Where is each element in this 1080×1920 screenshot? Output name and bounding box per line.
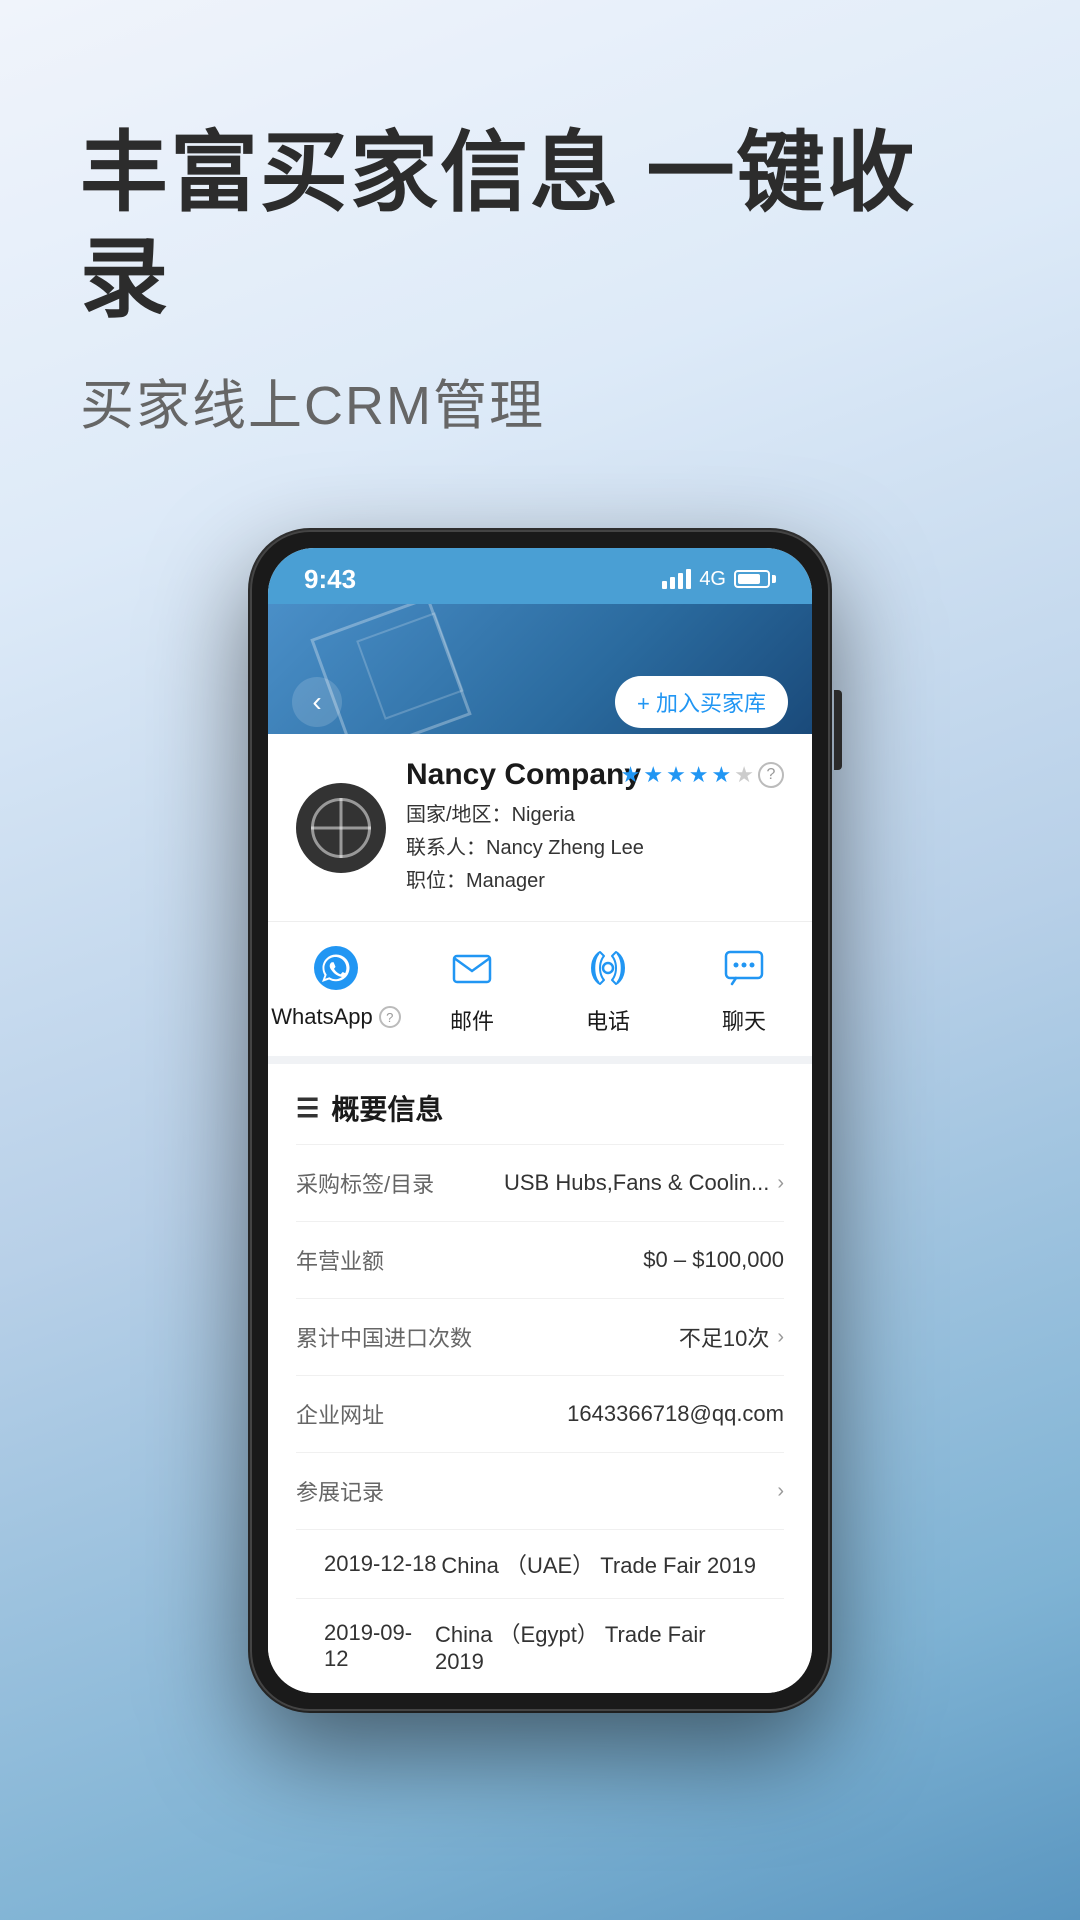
trade-date-2: 2019-09-12 (324, 1620, 435, 1672)
star-2: ★ (643, 762, 663, 788)
website-value: 1643366718@qq.com (567, 1401, 784, 1427)
revenue-value: $0 – $100,000 (643, 1247, 784, 1273)
phone-call-button[interactable]: 电话 (540, 942, 676, 1036)
trade-fair-row-1: 2019-12-18 China （UAE） Trade Fair 2019 (296, 1529, 784, 1598)
whatsapp-label: WhatsApp (271, 1004, 373, 1030)
trade-fair-row-2: 2019-09-12 China （Egypt） Trade Fair 2019 (296, 1598, 784, 1693)
avatar-cross-icon (311, 798, 371, 858)
main-title: 丰富买家信息 一键收录 (80, 120, 1000, 331)
arrow-icon-3: › (777, 1480, 784, 1503)
star-1: ★ (621, 762, 641, 788)
back-arrow-icon: ‹ (312, 686, 321, 718)
star-5: ★ (712, 762, 732, 788)
header-section: 丰富买家信息 一键收录 买家线上CRM管理 (0, 0, 1080, 490)
company-card: Nancy Company 国家/地区：Nigeria 联系人：Nancy Zh… (268, 734, 812, 922)
arrow-icon-2: › (777, 1326, 784, 1349)
info-row-revenue: 年营业额 $0 – $100,000 (296, 1221, 784, 1298)
import-count-label: 累计中国进口次数 (296, 1321, 472, 1353)
network-label: 4G (699, 568, 726, 591)
trade-event-1: China （UAE） Trade Fair 2019 (441, 1548, 756, 1580)
phone-label: 电话 (586, 1004, 630, 1036)
website-label: 企业网址 (296, 1398, 384, 1430)
whatsapp-button[interactable]: WhatsApp ? (268, 942, 404, 1036)
arrow-icon: › (777, 1172, 784, 1195)
section-title: ☰ 概要信息 (296, 1088, 784, 1128)
chat-icon (718, 942, 770, 994)
email-label: 邮件 (450, 1004, 494, 1036)
import-count-value: 不足10次 › (679, 1321, 784, 1353)
chat-label: 聊天 (722, 1004, 766, 1036)
phone-icon (582, 942, 634, 994)
company-position: 职位：Manager (406, 864, 784, 893)
stars-filled: ★ ★ ★ ★ ★ ★ (621, 762, 754, 788)
phone-nav: ‹ + 加入买家库 (268, 660, 812, 734)
back-button[interactable]: ‹ (292, 677, 342, 727)
whatsapp-help-icon[interactable]: ? (379, 1006, 401, 1028)
hero-image: ‹ + 加入买家库 (268, 604, 812, 734)
email-button[interactable]: 邮件 (404, 942, 540, 1036)
list-icon: ☰ (296, 1093, 319, 1124)
sub-title: 买家线上CRM管理 (80, 361, 1000, 440)
star-3: ★ (666, 762, 686, 788)
revenue-label: 年营业额 (296, 1244, 384, 1276)
star-4: ★ (689, 762, 709, 788)
info-row-import-count[interactable]: 累计中国进口次数 不足10次 › (296, 1298, 784, 1375)
chat-button[interactable]: 聊天 (676, 942, 812, 1036)
phone-screen: 9:43 4G (268, 548, 812, 1693)
star-6-empty: ★ (734, 762, 754, 788)
battery-icon (734, 570, 776, 588)
info-row-purchase-tags[interactable]: 采购标签/目录 USB Hubs,Fans & Coolin... › (296, 1144, 784, 1221)
rating-help-icon[interactable]: ? (758, 762, 784, 788)
status-icons: 4G (662, 568, 776, 591)
info-row-website: 企业网址 1643366718@qq.com (296, 1375, 784, 1452)
status-bar: 9:43 4G (268, 548, 812, 604)
summary-title: 概要信息 (331, 1088, 443, 1128)
add-buyer-button[interactable]: + 加入买家库 (615, 676, 788, 728)
action-buttons-row: WhatsApp ? 邮件 (268, 922, 812, 1064)
company-avatar (296, 783, 386, 873)
info-row-trade-records[interactable]: 参展记录 › (296, 1452, 784, 1529)
trade-records-label: 参展记录 (296, 1475, 384, 1507)
trade-date-1: 2019-12-18 (324, 1551, 437, 1577)
purchase-tags-value: USB Hubs,Fans & Coolin... › (504, 1170, 784, 1196)
email-icon (446, 942, 498, 994)
trade-event-2: China （Egypt） Trade Fair 2019 (435, 1617, 756, 1675)
signal-icon (662, 569, 691, 589)
company-contact: 联系人：Nancy Zheng Lee (406, 831, 784, 860)
trade-records-value: › (777, 1480, 784, 1503)
phone-frame: 9:43 4G (250, 530, 830, 1711)
star-rating: ★ ★ ★ ★ ★ ★ ? (621, 762, 784, 788)
add-buyer-label: + 加入买家库 (637, 686, 766, 718)
purchase-tags-label: 采购标签/目录 (296, 1167, 434, 1199)
status-time: 9:43 (304, 564, 356, 595)
summary-section: ☰ 概要信息 采购标签/目录 USB Hubs,Fans & Coolin...… (268, 1064, 812, 1693)
company-country: 国家/地区：Nigeria (406, 798, 784, 827)
phone-mockup: 9:43 4G (0, 530, 1080, 1711)
whatsapp-icon (310, 942, 362, 994)
